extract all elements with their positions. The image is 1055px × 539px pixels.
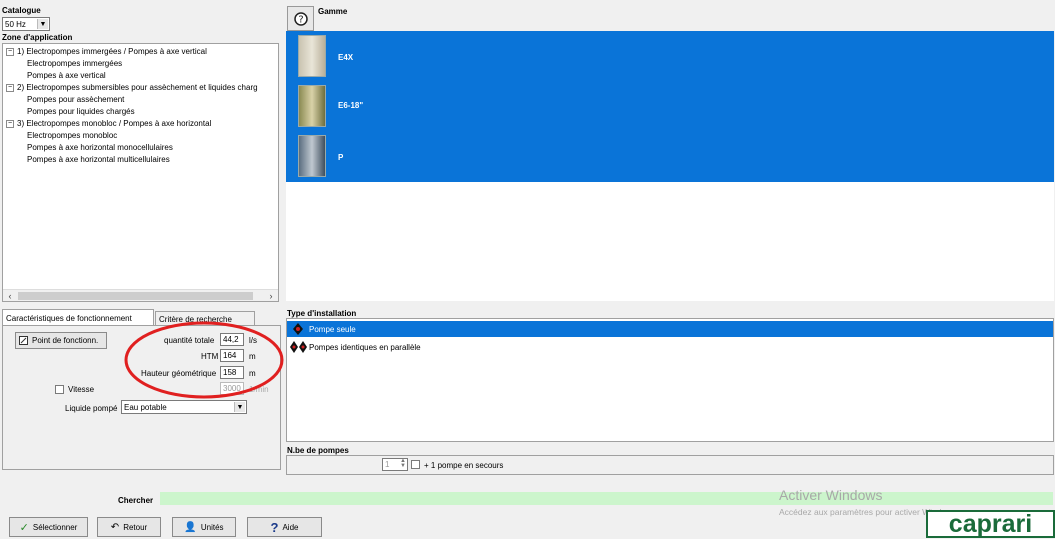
scrollbar-thumb[interactable] bbox=[18, 292, 253, 300]
gamme-list: E4X E6-18" P bbox=[286, 31, 1054, 301]
liquide-value: Eau potable bbox=[124, 402, 167, 412]
single-pump-icon bbox=[293, 323, 303, 335]
frequency-value: 50 Hz bbox=[5, 19, 26, 29]
svg-text:?: ? bbox=[298, 14, 303, 25]
liquide-select[interactable]: Eau potable ▼ bbox=[121, 400, 247, 414]
installation-item-parallele[interactable]: Pompes identiques en parallèle bbox=[287, 339, 1053, 355]
tree-leaf[interactable]: Electropompes immergées bbox=[27, 58, 122, 70]
search-bar[interactable] bbox=[160, 492, 1053, 505]
annotation-ellipse bbox=[124, 321, 284, 399]
pump-image bbox=[298, 135, 326, 177]
installation-label: Type d'installation bbox=[287, 309, 357, 318]
horizontal-scrollbar[interactable]: ‹ › bbox=[3, 289, 278, 301]
secours-label: + 1 pompe en secours bbox=[424, 461, 504, 470]
tree-leaf[interactable]: Pompes pour liquides chargés bbox=[27, 106, 135, 118]
frequency-select[interactable]: 50 Hz ▼ bbox=[2, 17, 50, 31]
tree-node-label: 2) Electropompes submersibles pour assèc… bbox=[17, 83, 258, 92]
retour-button[interactable]: ↶ Retour bbox=[97, 517, 161, 537]
collapse-icon[interactable]: − bbox=[6, 120, 14, 128]
chevron-down-icon: ▼ bbox=[37, 19, 48, 29]
point-button-label: Point de fonctionn. bbox=[32, 336, 99, 345]
parallel-pumps-icon bbox=[290, 341, 307, 353]
help-icon: ? bbox=[270, 519, 279, 535]
vitesse-checkbox[interactable] bbox=[55, 385, 64, 394]
logo-text: caprari bbox=[948, 510, 1033, 538]
gamme-item-label: E4X bbox=[338, 53, 354, 62]
stepper-arrows-icon[interactable]: ▲ ▼ bbox=[400, 458, 406, 469]
chevron-down-icon: ▼ bbox=[234, 402, 245, 412]
question-icon: ? bbox=[293, 11, 308, 26]
tree-leaf[interactable]: Pompes pour assèchement bbox=[27, 94, 124, 106]
gamme-help-button[interactable]: ? bbox=[287, 6, 314, 31]
edit-icon bbox=[19, 336, 28, 345]
gamme-label: Gamme bbox=[318, 7, 348, 16]
windows-watermark-title: Activer Windows bbox=[779, 487, 883, 503]
caprari-logo: caprari bbox=[926, 510, 1055, 538]
gamme-item-e4x[interactable]: E4X bbox=[298, 33, 998, 81]
user-icon: 👤 bbox=[184, 521, 197, 533]
retour-label: Retour bbox=[123, 522, 148, 532]
pump-image bbox=[298, 35, 326, 77]
selectionner-button[interactable]: ✓ Sélectionner bbox=[9, 517, 88, 537]
tree-leaf[interactable]: Pompes à axe horizontal monocellulaires bbox=[27, 142, 173, 154]
checkmark-icon: ✓ bbox=[19, 521, 29, 534]
liquide-label: Liquide pompé bbox=[65, 404, 118, 413]
gamme-item-p[interactable]: P bbox=[298, 133, 998, 181]
tree-leaf[interactable]: Electropompes monobloc bbox=[27, 130, 117, 142]
scroll-right-icon[interactable]: › bbox=[264, 290, 278, 301]
nbe-value: 1 bbox=[385, 460, 390, 469]
collapse-icon[interactable]: − bbox=[6, 84, 14, 92]
aide-button[interactable]: ? Aide bbox=[247, 517, 322, 537]
nbe-stepper[interactable]: 1 ▲ ▼ bbox=[382, 458, 408, 471]
nbe-label: N.be de pompes bbox=[287, 446, 349, 455]
unites-button[interactable]: 👤 Unités bbox=[172, 517, 236, 537]
tree-leaf[interactable]: Pompes à axe vertical bbox=[27, 70, 106, 82]
point-fonctionnement-button[interactable]: Point de fonctionn. bbox=[15, 332, 107, 349]
installation-item-label: Pompes identiques en parallèle bbox=[309, 343, 421, 352]
undo-icon: ↶ bbox=[110, 521, 120, 533]
gamme-item-label: E6-18" bbox=[338, 101, 364, 110]
installation-list: Pompe seule Pompes identiques en parallè… bbox=[286, 318, 1054, 442]
installation-item-seule[interactable]: Pompe seule bbox=[287, 321, 1053, 337]
scroll-left-icon[interactable]: ‹ bbox=[3, 290, 17, 301]
pump-image bbox=[298, 85, 326, 127]
collapse-icon[interactable]: − bbox=[6, 48, 14, 56]
gamme-item-label: P bbox=[338, 153, 344, 162]
selectionner-label: Sélectionner bbox=[32, 522, 78, 532]
secours-checkbox[interactable] bbox=[411, 460, 420, 469]
catalogue-label: Catalogue bbox=[2, 6, 41, 15]
unites-label: Unités bbox=[200, 522, 224, 532]
gamme-item-e6[interactable]: E6-18" bbox=[298, 83, 998, 131]
zone-label: Zone d'application bbox=[2, 33, 73, 42]
aide-label: Aide bbox=[282, 522, 299, 532]
tree-leaf[interactable]: Pompes à axe horizontal multicellulaires bbox=[27, 154, 170, 166]
tree-node-label: 1) Electropompes immergées / Pompes à ax… bbox=[17, 47, 207, 56]
installation-item-label: Pompe seule bbox=[309, 325, 356, 334]
vitesse-label: Vitesse bbox=[68, 385, 95, 394]
tree-node-label: 3) Electropompes monobloc / Pompes à axe… bbox=[17, 119, 212, 128]
chercher-label: Chercher bbox=[118, 496, 154, 505]
zone-tree: − 1) Electropompes immergées / Pompes à … bbox=[2, 43, 279, 302]
